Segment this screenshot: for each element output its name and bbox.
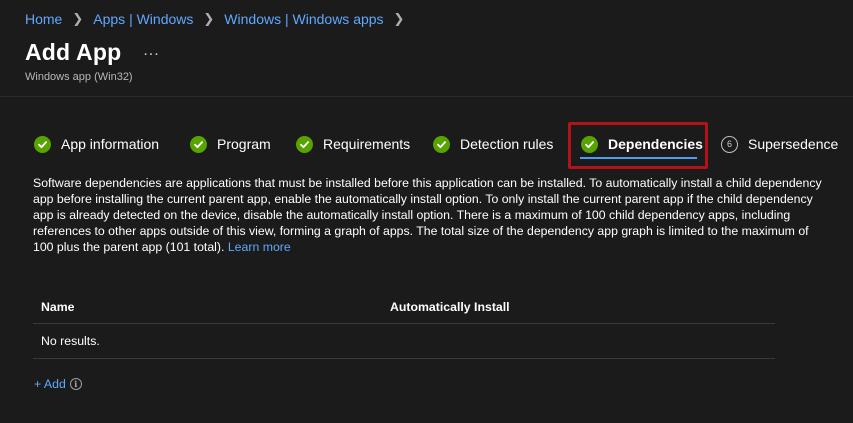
dependencies-description: Software dependencies are applications t… — [33, 175, 823, 255]
title-row: Add App ... — [25, 39, 160, 66]
breadcrumb-apps-windows[interactable]: Apps | Windows — [93, 11, 193, 27]
checkmark-icon — [433, 135, 450, 153]
checkmark-icon — [581, 135, 598, 153]
wizard-tabs: App information Program Requirements Det… — [24, 124, 853, 168]
tab-app-information[interactable]: App information — [34, 124, 159, 164]
tab-label: App information — [61, 136, 160, 152]
add-dependency-button[interactable]: + Add i — [34, 377, 82, 391]
empty-results-text: No results. — [41, 334, 100, 348]
tab-detection-rules[interactable]: Detection rules — [433, 124, 553, 164]
active-tab-indicator — [580, 157, 697, 159]
page-subtitle: Windows app (Win32) — [25, 71, 133, 83]
chevron-right-icon: ❯ — [393, 11, 405, 26]
checkmark-icon — [190, 135, 207, 153]
breadcrumb-home[interactable]: Home — [25, 11, 62, 27]
tab-label: Detection rules — [460, 136, 554, 152]
breadcrumb-windows-apps[interactable]: Windows | Windows apps — [224, 11, 383, 27]
column-header-automatically-install[interactable]: Automatically Install — [390, 300, 775, 314]
learn-more-link[interactable]: Learn more — [228, 240, 291, 254]
tab-label: Requirements — [323, 136, 411, 152]
tab-requirements[interactable]: Requirements — [296, 124, 410, 164]
add-label: + Add — [34, 377, 66, 391]
chevron-right-icon: ❯ — [72, 11, 84, 26]
description-text: Software dependencies are applications t… — [33, 176, 822, 254]
chevron-right-icon: ❯ — [203, 11, 215, 26]
header-divider — [0, 96, 853, 97]
step-number-icon: 6 — [721, 135, 738, 153]
table-row: No results. — [33, 324, 775, 359]
tab-program[interactable]: Program — [190, 124, 271, 164]
info-icon[interactable]: i — [69, 378, 82, 390]
breadcrumb: Home ❯ Apps | Windows ❯ Windows | Window… — [25, 11, 414, 27]
checkmark-icon — [296, 135, 313, 153]
tab-label: Dependencies — [608, 136, 703, 152]
page-title: Add App — [25, 39, 122, 65]
tab-supersedence[interactable]: 6 Supersedence — [721, 124, 838, 164]
column-header-name[interactable]: Name — [33, 300, 390, 314]
table-header-row: Name Automatically Install — [33, 290, 775, 324]
dependencies-table: Name Automatically Install No results. — [33, 290, 775, 359]
checkmark-icon — [34, 135, 51, 153]
more-options-button[interactable]: ... — [143, 42, 159, 60]
tab-label: Supersedence — [748, 136, 839, 152]
tab-label: Program — [217, 136, 271, 152]
